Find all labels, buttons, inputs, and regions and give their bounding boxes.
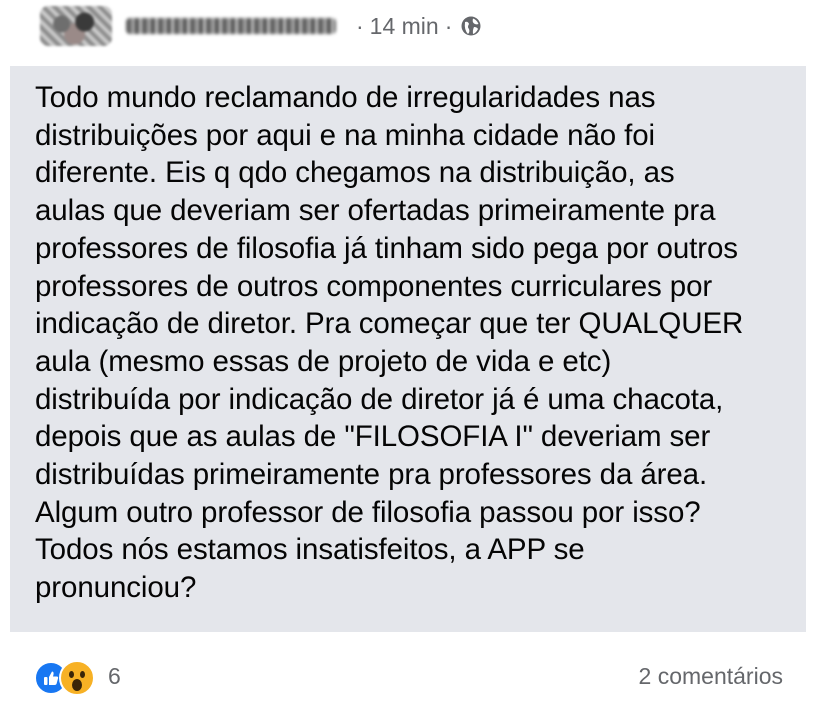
wow-left-eye [69, 671, 74, 678]
reactions-summary[interactable]: 6 [34, 658, 121, 696]
wow-icon [59, 660, 95, 696]
reaction-count[interactable]: 6 [108, 663, 121, 690]
avatar[interactable] [40, 6, 112, 46]
separator-dot: · [444, 12, 453, 39]
author-name[interactable] [126, 16, 336, 36]
reaction-icons [34, 658, 96, 696]
comments-count-link[interactable]: 2 comentários [639, 663, 783, 690]
post-meta: · 14 min · [350, 13, 482, 40]
separator-dot: · [356, 12, 364, 39]
post-body-text: Todo mundo reclamando de irregularidades… [10, 66, 806, 632]
post-header: · 14 min · [40, 4, 482, 48]
facebook-post: · 14 min · Todo mundo reclamando de irre… [0, 0, 823, 720]
author-name-blurred [126, 18, 336, 34]
wow-mouth [72, 679, 82, 691]
post-footer: 6 2 comentários [34, 656, 783, 696]
globe-icon[interactable] [460, 15, 482, 37]
post-timestamp[interactable]: 14 min [370, 13, 439, 40]
wow-right-eye [80, 671, 85, 678]
